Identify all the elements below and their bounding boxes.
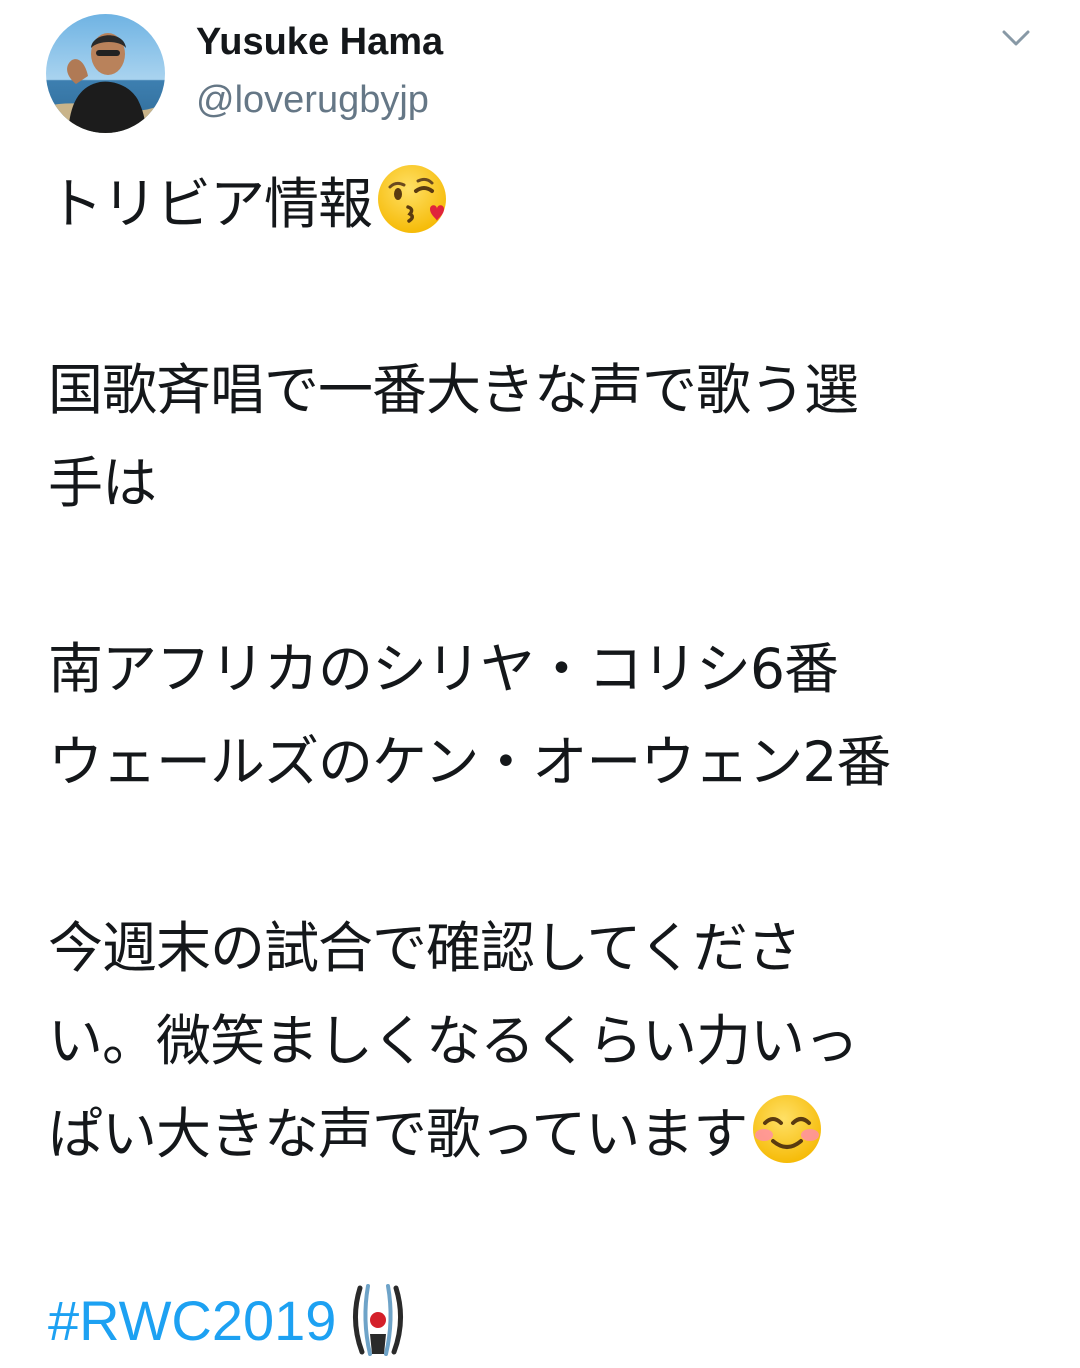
tweet-line: 手は	[48, 451, 157, 515]
tweet-line: 南アフリカのシリヤ・コリシ6番	[48, 637, 839, 701]
tweet-line: ウェールズのケン・オーウェン2番	[48, 730, 891, 794]
hashtag-link[interactable]: #RWC2019	[48, 1289, 336, 1352]
profile-photo-icon	[46, 14, 165, 133]
tweet-line: 国歌斉唱で一番大きな声で歌う選	[48, 358, 859, 422]
avatar[interactable]	[46, 14, 165, 133]
tweet-line	[48, 809, 1038, 902]
tweet-menu-button[interactable]	[996, 20, 1036, 56]
rugby-world-cup-2019-logo-icon	[353, 1284, 404, 1356]
face-blowing-a-kiss-icon	[378, 165, 447, 233]
hashtag-line: #RWC2019	[48, 1274, 1038, 1367]
tweet-line: ぱい大きな声で歌っています	[48, 1088, 1038, 1181]
author-handle[interactable]: @loverugbyjp	[196, 74, 429, 126]
tweet: Yusuke Hama @loverugbyjp トリビア情報 国歌斉唱で一番大…	[0, 0, 1080, 1356]
smiling-face-with-smiling-eyes-icon	[753, 1095, 822, 1163]
tweet-line: い。微笑ましくなるくらい力いっ	[48, 1009, 859, 1073]
tweet-text: トリビア情報 国歌斉唱で一番大きな声で歌う選 手は 南アフリカのシリヤ・コリシ6…	[48, 158, 1038, 1367]
tweet-line	[48, 1181, 1038, 1274]
chevron-down-icon	[1002, 30, 1030, 46]
tweet-line: トリビア情報	[48, 158, 1038, 251]
tweet-line: 今週末の試合で確認してくださ	[48, 916, 802, 980]
tweet-line	[48, 530, 1038, 623]
author-name[interactable]: Yusuke Hama	[196, 16, 443, 68]
tweet-line	[48, 251, 1038, 344]
